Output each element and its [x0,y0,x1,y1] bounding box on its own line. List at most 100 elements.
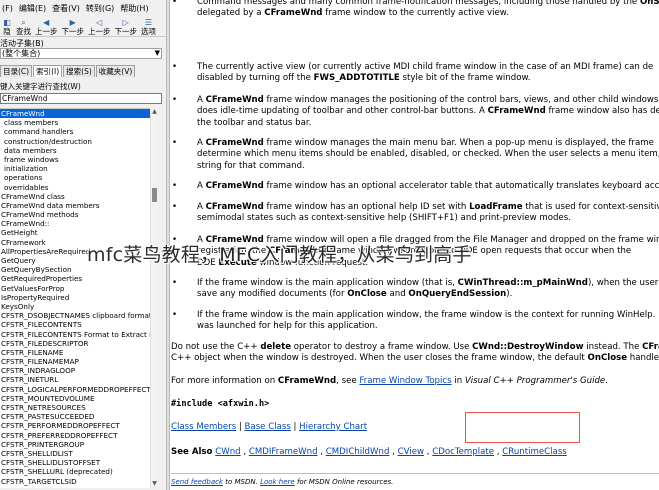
menu-item[interactable]: 帮助(H) [118,3,150,14]
toolbar-button[interactable]: ◧ 隐 [2,18,12,36]
index-item[interactable]: CFSTR_PERFORMEDDROPEFFECT [0,421,150,430]
tab[interactable]: 搜索(S) [63,65,95,77]
see-also-link[interactable]: CWnd [215,447,240,457]
see-also-link[interactable]: CRuntimeClass [502,447,567,457]
index-item[interactable]: CFSTR_FILEDESCRIPTOR [0,339,150,348]
doc-text: handle [627,353,659,364]
doc-text: If the frame window is the main applicat… [197,278,458,288]
index-item[interactable]: GetValuesForProp [0,284,150,293]
index-item[interactable]: CFSTR_SHELLURL (deprecated) [0,467,150,476]
doc-link[interactable]: Look here [260,478,295,486]
toolbar-button[interactable]: ▶ 下一步 [62,18,85,36]
doc-text: CFrameWnd [205,202,264,212]
class-links: Class Members | Base Class | Hierarchy C… [171,422,367,433]
menu-item[interactable]: (F) [0,4,15,13]
scroll-down-icon[interactable]: ▼ [151,480,158,488]
index-item[interactable]: CFSTR_TARGETCLSID [0,477,150,486]
keyword-input[interactable]: CFrameWnd [0,93,162,104]
next-icon[interactable]: ▷ [121,18,131,27]
doc-text: and [386,289,409,300]
doc-text: for MSDN Online resources. [294,478,394,486]
index-item[interactable]: CFrameWnd:: [0,219,150,228]
index-item[interactable]: CFSTR_MOUNTEDVOLUME [0,394,150,403]
more-info: For more information on CFrameWnd, see F… [171,376,608,387]
index-item[interactable]: CFrameWnd [0,109,150,119]
bullet-line: save any modified documents (for OnClose… [197,289,659,300]
menu-item[interactable]: 编辑(E) [17,3,48,14]
index-item[interactable]: CFSTR_INDRAGLOOP [0,366,150,375]
scroll-thumb[interactable] [152,188,157,202]
index-item[interactable]: CFrameWnd data members [0,201,150,210]
tab[interactable]: 目录(C) [0,65,33,77]
index-item[interactable]: class members [0,118,150,127]
chevron-down-icon[interactable]: ▼ [155,49,160,58]
index-list[interactable]: CFrameWnd class members command handlers co… [0,108,150,488]
doc-link[interactable]: Base Class [245,422,291,432]
hide-icon[interactable]: ◧ [2,18,12,27]
bullet-line: If the frame window is the main applicat… [197,310,659,321]
see-also-link[interactable]: CMDIFrameWnd [249,447,318,457]
index-item[interactable]: CFSTR_FILENAMEMAP [0,357,150,366]
index-item[interactable]: CFSTR_FILECONTENTS [0,320,150,329]
doc-link[interactable]: Hierarchy Chart [299,422,367,432]
see-also-link[interactable]: CDocTemplate [432,447,494,457]
index-item[interactable]: CFSTR_PASTESUCCEEDED [0,412,150,421]
see-also-link[interactable]: CView [398,447,424,457]
index-item[interactable]: CFrameWnd methods [0,210,150,219]
toolbar-button[interactable]: ◁ 上一步 [88,18,111,36]
doc-text: was launched for help for this applicati… [197,321,378,332]
index-scrollbar[interactable]: ▲ ▼ [150,108,158,488]
doc-link[interactable]: Frame Window Topics [359,376,451,386]
index-item[interactable]: CFSTR_SHELLIDLISTOFFSET [0,458,150,467]
toolbar-button-label: 查找 [16,27,31,36]
forward-icon[interactable]: ▶ [68,18,78,27]
bullet-line: A CFrameWnd frame window manages the mai… [197,138,659,149]
toolbar-button[interactable]: ☰ 选项 [141,18,156,36]
locate-icon[interactable]: ⌕ [19,18,29,27]
index-item[interactable]: initialization [0,164,150,173]
index-item[interactable]: GetRequiredProperties [0,274,150,283]
menu-item[interactable]: 转到(G) [84,3,116,14]
back-icon[interactable]: ◀ [41,18,51,27]
index-item[interactable]: construction/destruction [0,137,150,146]
doc-text: instead. The [583,342,643,352]
tab[interactable]: 索引(I) [33,65,63,77]
scroll-up-icon[interactable]: ▲ [151,108,158,116]
see-also-link[interactable]: CMDIChildWnd [326,447,390,457]
doc-text: that is used for context-sensitive [522,202,659,212]
toolbar-button[interactable]: ⌕ 查找 [16,18,31,36]
toolbar-button[interactable]: ▷ 下一步 [115,18,138,36]
index-item[interactable]: CFSTR_NETRESOURCES [0,403,150,412]
menu-item[interactable]: 查看(V) [50,3,82,14]
index-item[interactable]: CFSTR_FILENAME [0,348,150,357]
index-item[interactable]: CFSTR_INETURL [0,375,150,384]
index-item[interactable]: CFSTR_DSOBJECTNAMES clipboard format [M [0,311,150,320]
doc-text: OnClose [587,353,628,364]
index-item[interactable]: CFSTR_SHELLIDLIST [0,449,150,458]
doc-link[interactable]: Class Members [171,422,236,432]
index-item[interactable]: operations [0,173,150,182]
active-subset-select[interactable]: (整个集合) ▼ [0,48,162,59]
doc-text: does idle-time updating of toolbar and o… [197,106,488,117]
doc-link[interactable]: Send feedback [171,478,223,486]
index-item[interactable]: data members [0,146,150,155]
doc-text: OnClose [347,289,387,300]
index-item[interactable]: GetHeight [0,228,150,237]
bullet-icon: • [172,202,178,212]
toolbar-button[interactable]: ◀ 上一步 [35,18,58,36]
index-item[interactable]: overridables [0,183,150,192]
index-item[interactable]: command handlers [0,127,150,136]
index-item[interactable]: CFrameWnd class [0,192,150,201]
bullet-text: A CFrameWnd frame window manages the mai… [197,138,659,172]
index-item[interactable]: CFSTR_PRINTERGROUP [0,440,150,449]
index-item[interactable]: CFSTR_FILECONTENTS Format to Extract Dat… [0,330,150,339]
previous-icon[interactable]: ◁ [94,18,104,27]
doc-text: LoadFrame [469,202,523,212]
index-item[interactable]: KeysOnly [0,302,150,311]
options-icon[interactable]: ☰ [144,18,154,27]
index-item[interactable]: CFSTR_PREFERREDDROPEFFECT [0,431,150,440]
index-item[interactable]: CFSTR_LOGICALPERFORMEDDROPEFFECT [0,385,150,394]
index-item[interactable]: frame windows [0,155,150,164]
index-item[interactable]: IsPropertyRequired [0,293,150,302]
tab[interactable]: 收藏夹(V) [95,65,136,77]
